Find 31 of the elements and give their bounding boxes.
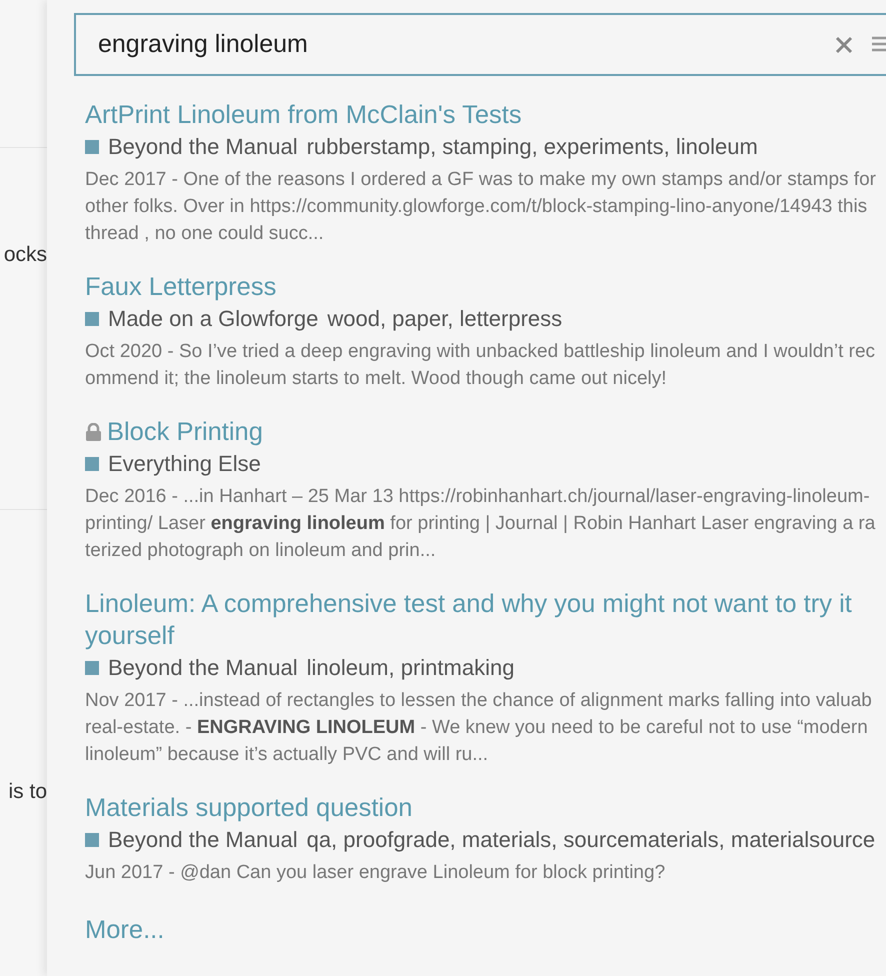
- excerpt-line: Dec 2017 - One of the reasons I ordered a GF was to make my own stamps and/or stamps for: [85, 168, 877, 192]
- excerpt-line: other folks. Over in https://community.glowforge.com/t/block-stamping-lino-anyone/14943 this: [85, 195, 868, 219]
- background-text: ocks: [4, 243, 47, 267]
- excerpt-line: Nov 2017 - ...instead of rectangles to lessen the chance of alignment marks falling into valuab: [85, 689, 873, 713]
- excerpt-line: Jun 2017 - @dan Can you laser engrave Linoleum for block printing?: [85, 861, 666, 885]
- tag-list: rubberstamp, stamping, experiments, linoleum: [306, 134, 758, 160]
- background-text: is to: [8, 780, 47, 804]
- excerpt-line: Oct 2020 - So I’ve tried a deep engraving with unbacked battleship linoleum and I wouldn’t rec: [85, 340, 876, 364]
- category-label[interactable]: Made on a Glowforge: [108, 306, 318, 332]
- category-label[interactable]: Everything Else: [108, 451, 261, 477]
- tag-list: linoleum, printmaking: [306, 655, 514, 681]
- close-icon[interactable]: [834, 35, 854, 55]
- excerpt-line: linoleum” because it’s actually PVC and will ru...: [85, 743, 490, 767]
- excerpt-line: printing/ Laser engraving linoleum for printing | Journal | Robin Hanhart Laser engraving a ra: [85, 512, 876, 536]
- category-icon: [85, 312, 99, 326]
- excerpt-line: terized photograph on linoleum and prin...: [85, 539, 437, 563]
- category-icon: [85, 140, 99, 154]
- category-label[interactable]: Beyond the Manual: [108, 134, 298, 160]
- tag-list: wood, paper, letterpress: [327, 306, 562, 332]
- category-label[interactable]: Beyond the Manual: [108, 827, 298, 853]
- category-label[interactable]: Beyond the Manual: [108, 655, 298, 681]
- excerpt-line: Dec 2016 - ...in Hanhart – 25 Mar 13 https://robinhanhart.ch/journal/laser-engraving-linoleum-: [85, 485, 871, 509]
- search-field[interactable]: engraving linoleum: [74, 13, 886, 76]
- category-icon: [85, 833, 99, 847]
- menu-icon[interactable]: [872, 35, 886, 53]
- excerpt-line: ommend it; the linoleum starts to melt. Wood though came out nicely!: [85, 367, 668, 391]
- category-icon: [85, 661, 99, 675]
- excerpt-line: real-estate. - ENGRAVING LINOLEUM - We knew you need to be careful not to use “modern: [85, 716, 869, 740]
- category-icon: [85, 457, 99, 471]
- tag-list: qa, proofgrade, materials, sourcematerials, materialsource: [306, 827, 876, 853]
- excerpt-line: thread , no one could succ...: [85, 222, 325, 246]
